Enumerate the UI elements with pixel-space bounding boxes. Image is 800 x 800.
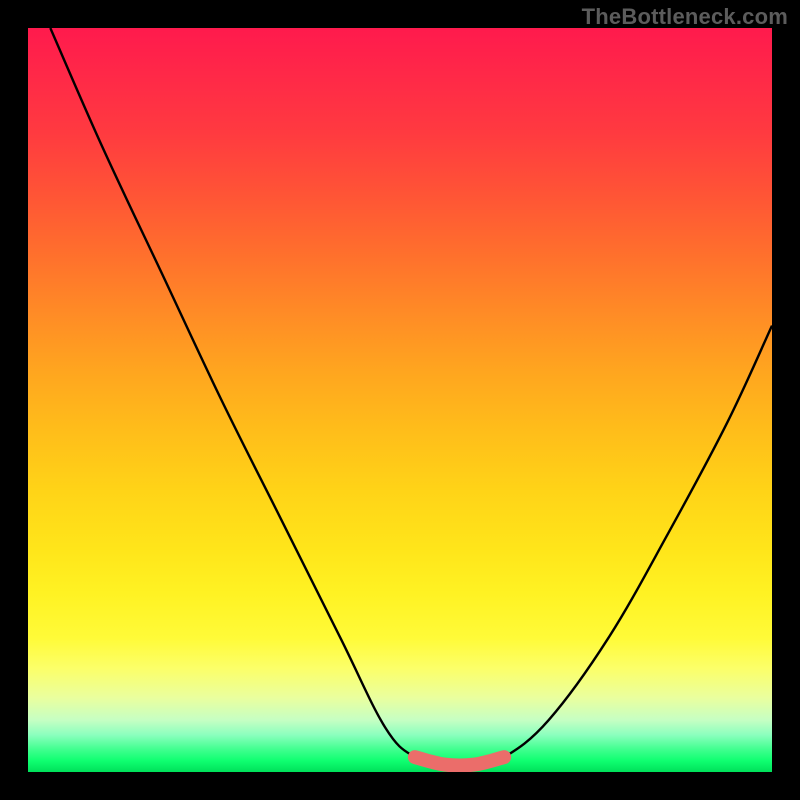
bottleneck-curve-svg [28,28,772,772]
accent-segment [415,757,504,765]
bottleneck-curve [50,28,772,766]
chart-frame [28,28,772,772]
plot-area [28,28,772,772]
attribution-text: TheBottleneck.com [582,4,788,30]
